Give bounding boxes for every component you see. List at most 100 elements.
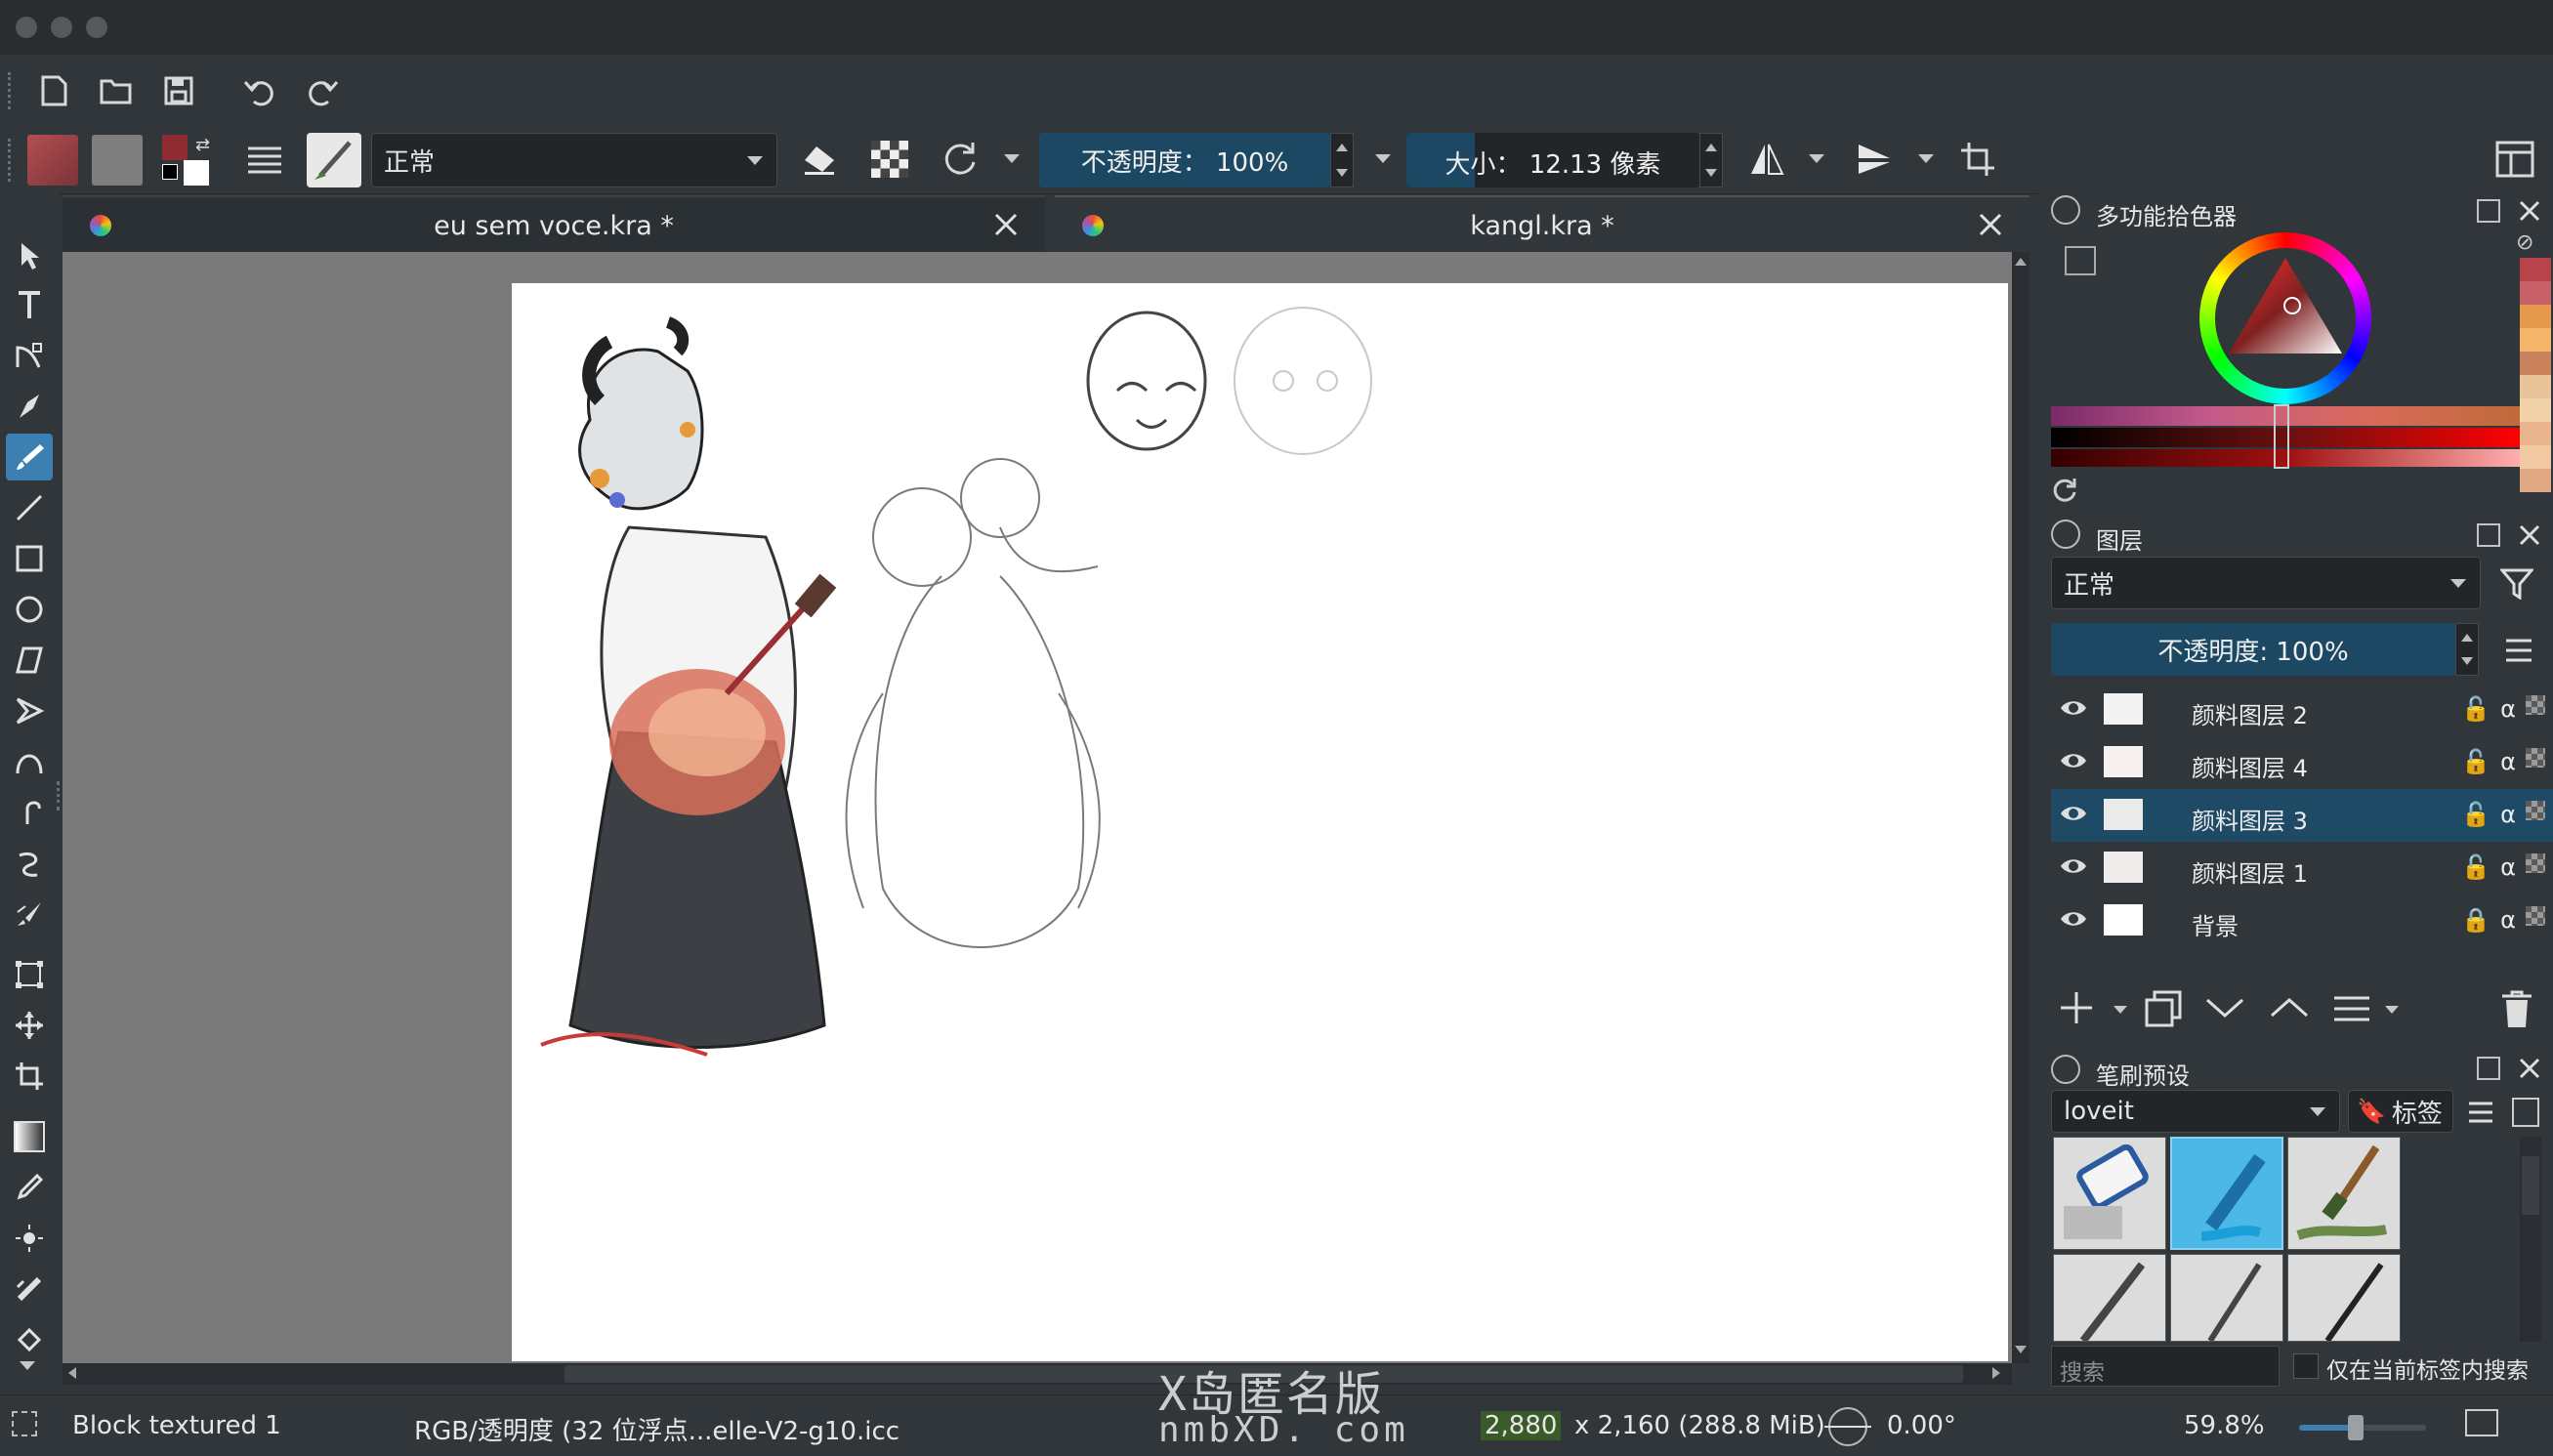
window-close-button[interactable] [16,17,37,38]
history-color-swatch[interactable] [2520,328,2551,352]
alpha-lock-icon[interactable]: α [2500,853,2516,881]
brush-list-scroll-thumb[interactable] [2522,1156,2539,1215]
close-docker-icon[interactable] [2518,523,2541,551]
storage-resources-icon[interactable] [2512,1098,2539,1127]
shape-edit-icon[interactable] [6,332,53,379]
layer-row[interactable]: 颜料图层 2 🔓 α [2051,684,2553,736]
window-minimize-button[interactable] [51,17,72,38]
layer-properties-chevron-down-icon[interactable] [2385,1006,2399,1014]
tab-kangl[interactable]: kangl.kra * [1055,195,2030,252]
view-options-icon[interactable] [2467,1100,2494,1129]
move-layer-up-icon[interactable] [2270,996,2309,1023]
canvas-image[interactable] [512,283,2008,1361]
mirror-horizontal-icon[interactable] [1742,135,1791,184]
lock-open-icon[interactable]: 🔓 [2461,801,2490,828]
inherit-alpha-icon[interactable] [2526,853,2545,873]
eraser-mode-icon[interactable] [795,135,844,184]
layer-row[interactable]: 颜料图层 4 🔓 α [2051,736,2553,789]
gradient-icon[interactable] [6,1113,53,1160]
history-color-swatch[interactable] [2520,352,2551,375]
float-docker-icon[interactable] [2477,1057,2500,1080]
background-color-swatch[interactable] [184,160,209,186]
scroll-down-icon[interactable] [2015,1346,2027,1353]
inherit-alpha-icon[interactable] [2526,695,2545,715]
add-layer-chevron-down-icon[interactable] [2114,1006,2127,1014]
delete-layer-icon[interactable] [2500,990,2533,1033]
text-icon[interactable] [6,281,53,328]
mirror-vertical-icon[interactable] [1850,135,1899,184]
zoom-slider[interactable] [2299,1415,2426,1440]
slider-cursor[interactable] [2274,404,2289,469]
wrap-around-crop-icon[interactable] [1953,135,2002,184]
open-document-icon[interactable] [92,66,141,115]
alpha-lock-icon[interactable]: α [2500,748,2516,775]
scroll-right-icon[interactable] [1992,1367,2000,1379]
close-docker-icon[interactable] [2518,199,2541,227]
layer-properties-icon[interactable] [2332,994,2371,1027]
brush-preset-blue-marker[interactable] [2170,1137,2283,1250]
eye-icon[interactable] [2059,801,2088,832]
docker-lock-icon[interactable] [2051,195,2080,225]
docker-lock-icon[interactable] [2051,1055,2080,1084]
mirror-v-chevron-down-icon[interactable] [1918,154,1934,163]
size-spinner[interactable] [1699,133,1723,187]
filter-icon[interactable] [2498,566,2535,603]
polygon-icon[interactable] [6,637,53,684]
calligraphy-icon[interactable] [6,383,53,430]
opacity-spinner[interactable] [1330,133,1354,187]
redo-icon[interactable] [299,66,348,115]
mirror-h-chevron-down-icon[interactable] [1809,154,1824,163]
layer-blend-mode-dropdown[interactable]: 正常 [2051,557,2481,609]
save-icon[interactable] [154,66,203,115]
alpha-lock-icon[interactable]: α [2500,906,2516,934]
float-docker-icon[interactable] [2477,523,2500,547]
close-icon[interactable] [1977,211,2004,238]
docker-lock-icon[interactable] [2051,520,2080,549]
layer-row[interactable]: 颜料图层 1 🔓 α [2051,842,2553,894]
horizontal-scrollbar[interactable] [63,1363,2012,1385]
polyline-icon[interactable] [6,687,53,734]
lock-open-icon[interactable]: 🔓 [2461,695,2490,723]
toolbar-grip[interactable] [8,72,17,109]
reset-colors-icon[interactable] [162,164,178,180]
brush-tag-dropdown[interactable]: loveit [2051,1090,2340,1133]
select-icon[interactable] [6,232,53,279]
history-color-swatch[interactable] [2520,422,2551,445]
color-selector-settings-icon[interactable] [2065,246,2096,275]
fill-icon[interactable] [6,1316,53,1363]
brush-search-input[interactable]: 搜索 [2051,1346,2280,1387]
brush-list-scrollbar[interactable] [2520,1137,2541,1342]
brush-preset-ink-pen[interactable] [2287,1254,2401,1343]
history-color-swatch[interactable] [2520,258,2551,281]
line-icon[interactable] [6,484,53,531]
undo-icon[interactable] [234,66,283,115]
brush-settings-icon[interactable] [240,135,289,184]
history-color-swatch[interactable] [2520,398,2551,422]
inherit-alpha-icon[interactable] [2526,906,2545,926]
bezier-icon[interactable] [6,738,53,785]
workspace-layout-icon[interactable] [2490,135,2539,184]
scroll-left-icon[interactable] [68,1367,76,1379]
rectangle-icon[interactable] [6,535,53,582]
history-color-swatch[interactable] [2520,305,2551,328]
color-picker-icon[interactable] [6,1164,53,1211]
freehand-path-icon[interactable] [6,789,53,836]
smart-patch-icon[interactable] [6,1215,53,1262]
reload-options-chevron-down-icon[interactable] [1004,154,1020,163]
layer-menu-icon[interactable] [2504,637,2533,668]
dynamic-brush-icon[interactable] [6,840,53,887]
close-icon[interactable] [992,211,1020,238]
close-docker-icon[interactable] [2518,1057,2541,1084]
inherit-alpha-icon[interactable] [2526,801,2545,820]
tab-eu-sem-voce[interactable]: eu sem voce.kra * [63,195,1045,252]
brush-preset-eraser[interactable] [2053,1137,2166,1250]
layer-opacity-spinner[interactable] [2455,623,2479,676]
move-icon[interactable] [6,1002,53,1049]
foreground-color-swatch[interactable] [162,135,188,160]
swap-colors-icon[interactable]: ⇄ [195,135,210,155]
window-zoom-button[interactable] [86,17,107,38]
ellipse-icon[interactable] [6,586,53,633]
history-color-swatch[interactable] [2520,469,2551,492]
eye-icon[interactable] [2059,853,2088,885]
history-color-swatch[interactable] [2520,281,2551,305]
